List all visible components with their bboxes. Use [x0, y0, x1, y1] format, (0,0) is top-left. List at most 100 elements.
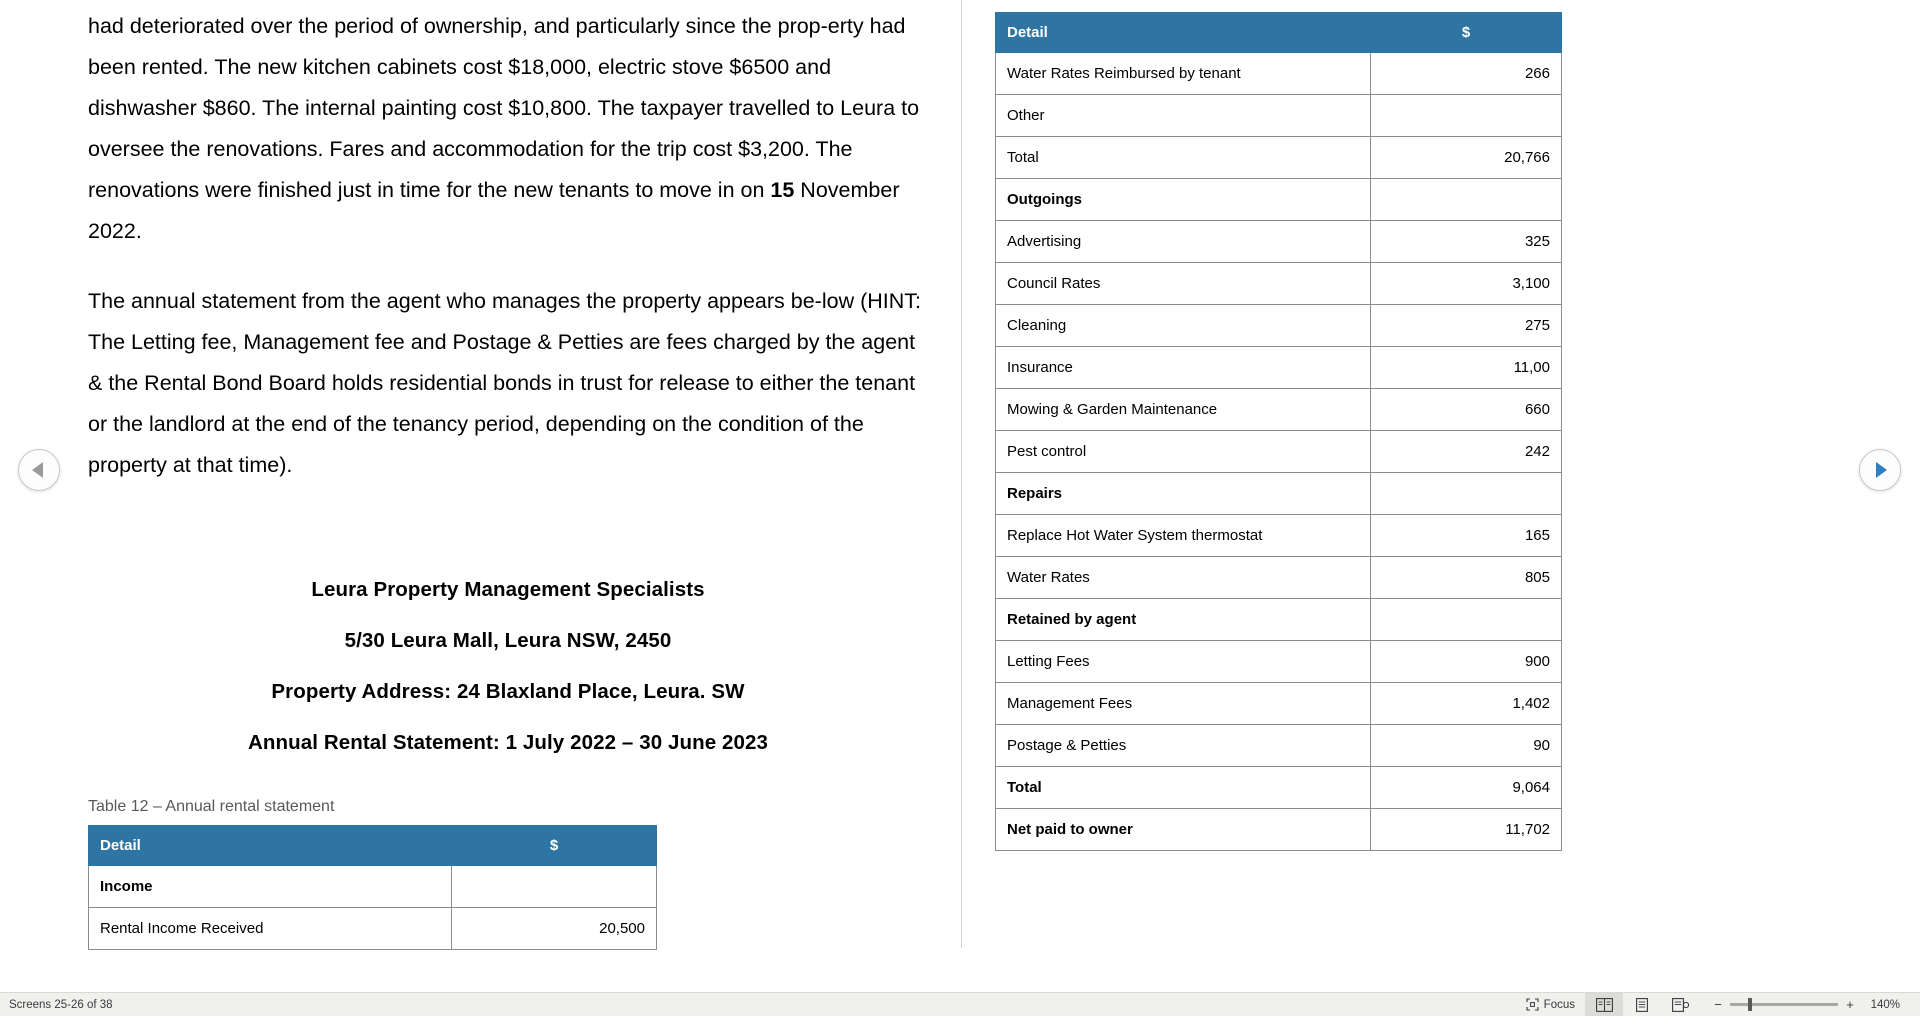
- table-cell-amount: 900: [1370, 640, 1562, 683]
- table-cell-detail: Total: [995, 766, 1371, 809]
- table-cell-amount: [1370, 94, 1562, 137]
- table-cell-detail: Replace Hot Water System thermostat: [995, 514, 1371, 557]
- status-bar: Screens 25-26 of 38 Focus − + 140%: [0, 992, 1920, 1016]
- table-cell-detail: Management Fees: [995, 682, 1371, 725]
- table-cell-amount: 11,00: [1370, 346, 1562, 389]
- zoom-in-button[interactable]: +: [1845, 997, 1855, 1012]
- table-cell-amount: [1370, 472, 1562, 515]
- table-cell-amount: 20,500: [451, 907, 657, 950]
- heading-agency-address: 5/30 Leura Mall, Leura NSW, 2450: [344, 629, 672, 652]
- focus-mode-button[interactable]: Focus: [1516, 993, 1585, 1016]
- table-row: Total 20,766: [995, 136, 1562, 179]
- paragraph-renovations-date-bold: 15: [770, 178, 795, 202]
- status-bar-controls: Focus − + 140%: [1516, 993, 1920, 1016]
- zoom-control[interactable]: − + 140%: [1699, 997, 1920, 1012]
- table-cell-detail: Insurance: [995, 346, 1371, 389]
- table-cell-amount: 275: [1370, 304, 1562, 347]
- table-caption: Table 12 – Annual rental statement: [88, 798, 335, 815]
- web-layout-view-icon: [1671, 997, 1689, 1012]
- table-cell-amount: 3,100: [1370, 262, 1562, 305]
- paragraph-renovations: had deteriorated over the period of owne…: [88, 6, 928, 252]
- agent-heading-block: Leura Property Management Specialists 5/…: [88, 564, 928, 768]
- table-cell-amount: 11,702: [1370, 808, 1562, 851]
- document-viewer-window: had deteriorated over the period of owne…: [0, 0, 1920, 1016]
- table-cell-detail: Income: [88, 865, 452, 908]
- table-row: Other: [995, 94, 1562, 137]
- table-cell-amount: 805: [1370, 556, 1562, 599]
- one-page-view-icon: [1636, 997, 1648, 1012]
- table-header-row: Detail $: [995, 12, 1562, 53]
- table-cell-detail: Mowing & Garden Maintenance: [995, 388, 1371, 431]
- table-row: Income: [88, 865, 657, 908]
- table-cell-detail: Council Rates: [995, 262, 1371, 305]
- table-row: Repairs: [995, 472, 1562, 515]
- table-body-right: Water Rates Reimbursed by tenant 266 Other…: [995, 52, 1562, 851]
- table-cell-amount: 325: [1370, 220, 1562, 263]
- one-page-view-button[interactable]: [1623, 993, 1661, 1016]
- table-row: Cleaning 275: [995, 304, 1562, 347]
- column-header-amount: $: [451, 825, 657, 866]
- table-row: Replace Hot Water System thermostat 165: [995, 514, 1562, 557]
- table-cell-detail: Net paid to owner: [995, 808, 1371, 851]
- table-cell-amount: 242: [1370, 430, 1562, 473]
- table-row: Pest control 242: [995, 430, 1562, 473]
- column-header-amount: $: [1370, 12, 1562, 53]
- table-cell-amount: 266: [1370, 52, 1562, 95]
- page-divider: [961, 0, 962, 948]
- document-page-right: Detail $ Water Rates Reimbursed by tenan…: [995, 12, 1562, 851]
- table-row: Council Rates 3,100: [995, 262, 1562, 305]
- previous-page-button[interactable]: [18, 449, 60, 491]
- table-cell-detail: Water Rates: [995, 556, 1371, 599]
- focus-label: Focus: [1543, 998, 1575, 1011]
- table-row: Advertising 325: [995, 220, 1562, 263]
- chevron-right-icon: [1876, 462, 1887, 478]
- table-row: Management Fees 1,402: [995, 682, 1562, 725]
- table-row: Rental Income Received 20,500: [88, 907, 657, 950]
- table-cell-detail: Cleaning: [995, 304, 1371, 347]
- two-page-view-icon: [1595, 997, 1613, 1012]
- heading-agency-name: Leura Property Management Specialists: [311, 578, 705, 601]
- web-layout-view-button[interactable]: [1661, 993, 1699, 1016]
- rental-statement-table-right: Detail $ Water Rates Reimbursed by tenan…: [995, 12, 1562, 851]
- table-cell-amount: 1,402: [1370, 682, 1562, 725]
- document-canvas: had deteriorated over the period of owne…: [0, 0, 1920, 992]
- two-page-view-button[interactable]: [1585, 993, 1623, 1016]
- zoom-slider-thumb[interactable]: [1748, 998, 1752, 1011]
- table-row: Net paid to owner 11,702: [995, 808, 1562, 851]
- table-cell-detail: Outgoings: [995, 178, 1371, 221]
- table-cell-amount: 165: [1370, 514, 1562, 557]
- heading-statement-period: Annual Rental Statement: 1 July 2022 – 3…: [247, 731, 769, 754]
- zoom-out-button[interactable]: −: [1713, 997, 1723, 1012]
- table-cell-detail: Retained by agent: [995, 598, 1371, 641]
- paragraph-annual-statement: The annual statement from the agent who …: [88, 289, 921, 477]
- chevron-left-icon: [32, 462, 43, 478]
- table-row: Total 9,064: [995, 766, 1562, 809]
- zoom-slider[interactable]: [1730, 998, 1838, 1011]
- document-page-left: had deteriorated over the period of owne…: [88, 0, 928, 950]
- table-cell-amount: [451, 865, 657, 908]
- table-row: Postage & Petties 90: [995, 724, 1562, 767]
- table-row: Outgoings: [995, 178, 1562, 221]
- table-row: Water Rates Reimbursed by tenant 266: [995, 52, 1562, 95]
- column-header-detail: Detail: [88, 825, 452, 866]
- table-cell-amount: 660: [1370, 388, 1562, 431]
- table-cell-amount: 90: [1370, 724, 1562, 767]
- table-cell-detail: Pest control: [995, 430, 1371, 473]
- next-page-button[interactable]: [1859, 449, 1901, 491]
- table-cell-detail: Postage & Petties: [995, 724, 1371, 767]
- table-row: Letting Fees 900: [995, 640, 1562, 683]
- table-cell-detail: Rental Income Received: [88, 907, 452, 950]
- table-row: Mowing & Garden Maintenance 660: [995, 388, 1562, 431]
- table-cell-detail: Advertising: [995, 220, 1371, 263]
- zoom-level-label[interactable]: 140%: [1866, 999, 1900, 1011]
- table-cell-detail: Other: [995, 94, 1371, 137]
- table-row: Water Rates 805: [995, 556, 1562, 599]
- column-header-detail: Detail: [995, 12, 1371, 53]
- table-cell-detail: Repairs: [995, 472, 1371, 515]
- table-header-row: Detail $: [88, 825, 657, 866]
- paragraph-renovations-text: had deteriorated over the period of owne…: [88, 14, 920, 202]
- table-row: Retained by agent: [995, 598, 1562, 641]
- table-cell-detail: Total: [995, 136, 1371, 179]
- focus-icon: [1526, 998, 1539, 1011]
- table-cell-amount: 20,766: [1370, 136, 1562, 179]
